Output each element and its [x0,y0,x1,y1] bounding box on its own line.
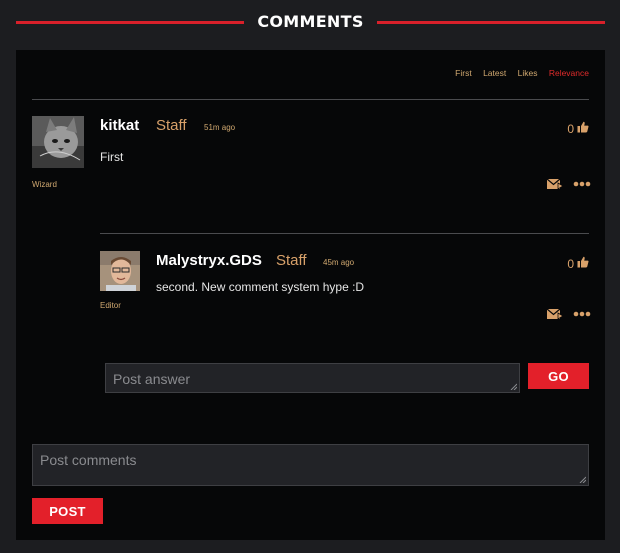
reply-mail-icon[interactable] [547,307,563,321]
section-title: COMMENTS [257,12,364,31]
avatar-malystryx[interactable] [100,251,140,291]
like-count: 0 [567,121,574,136]
avatar-kitkat[interactable] [32,116,84,168]
post-comment-placeholder: Post comments [40,452,137,468]
post-comment-input[interactable]: Post comments [32,444,589,486]
more-options-icon[interactable] [573,308,591,320]
reply-divider [100,233,589,234]
comment-time: 51m ago [204,123,236,132]
resize-grip-icon[interactable] [579,476,586,483]
header-rule-right [377,21,605,24]
post-answer-placeholder: Post answer [113,371,191,387]
sort-options: First Latest Likes Relevance [446,68,589,78]
more-options-icon[interactable] [573,178,591,190]
resize-grip-icon[interactable] [510,383,517,390]
post-button[interactable]: POST [32,498,103,524]
staff-badge: Staff [156,117,187,134]
post-answer-input[interactable]: Post answer [105,363,520,393]
user-rank: Editor [100,301,121,310]
like-count: 0 [567,256,574,271]
sort-likes[interactable]: Likes [518,68,538,78]
thumbs-up-icon[interactable] [577,256,589,271]
sort-latest[interactable]: Latest [483,68,506,78]
reply-username[interactable]: Malystryx.GDS [156,252,262,269]
comments-header: COMMENTS [0,0,620,44]
staff-badge: Staff [276,252,307,269]
sort-relevance[interactable]: Relevance [549,68,589,78]
comment-username[interactable]: kitkat [100,117,139,134]
user-rank: Wizard [32,180,57,189]
like-counter[interactable]: 0 [567,256,589,271]
sort-first[interactable]: First [455,68,472,78]
reply-mail-icon[interactable] [547,177,563,191]
top-divider [32,99,589,100]
go-button[interactable]: GO [528,363,589,389]
reply-text: second. New comment system hype :D [156,280,365,294]
reply-time: 45m ago [323,258,355,267]
thumbs-up-icon[interactable] [577,121,589,136]
comment-text: First [100,150,124,164]
header-rule-left [16,21,244,24]
like-counter[interactable]: 0 [567,121,589,136]
